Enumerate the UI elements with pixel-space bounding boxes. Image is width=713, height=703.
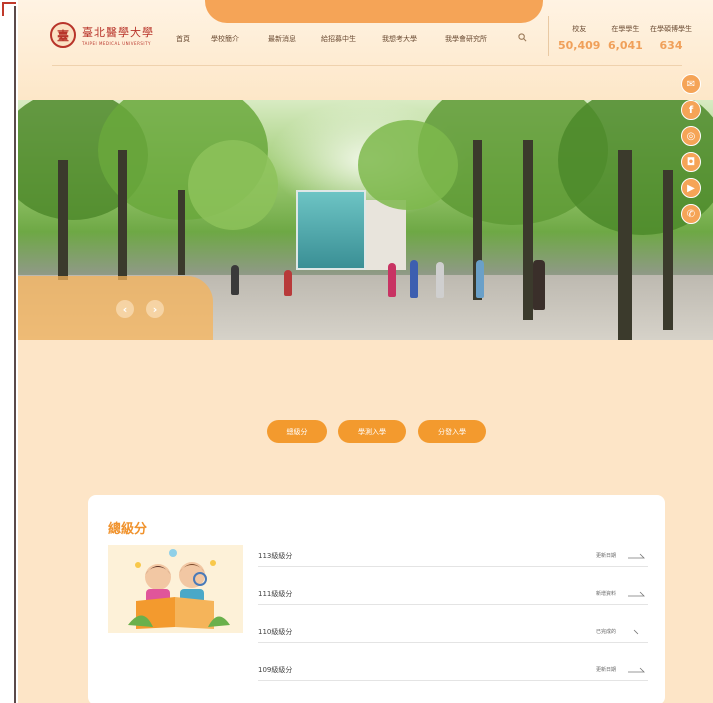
header-divider (52, 65, 682, 66)
mail-icon[interactable]: ✉ (681, 74, 701, 94)
list-item[interactable]: 111級級分 新增資料 (258, 585, 648, 605)
tab-total-score[interactable]: 總級分 (267, 420, 327, 443)
hero-wall (366, 200, 406, 270)
list-item-meta: 更新日期 (595, 667, 616, 673)
card-title: 總級分 (108, 522, 148, 537)
instagram-icon[interactable]: ◘ (681, 152, 701, 172)
stat-value: 50,409 (558, 39, 601, 52)
list-item[interactable]: 109級級分 更新日期 (258, 661, 648, 681)
stat-value: 634 (659, 39, 683, 52)
top-tab[interactable] (205, 0, 543, 23)
score-card: 總級分 113級級分 更新日期 111級級分 新增資料 110級級分 已完成的 … (88, 495, 665, 703)
nav-item-recruiting[interactable]: 給招募中生 (321, 34, 356, 44)
list-item-title: 110級級分 (258, 628, 293, 636)
tab-placement-admission[interactable]: 分發入學 (418, 420, 486, 443)
tree-canopy (188, 140, 278, 230)
list-item[interactable]: 113級級分 更新日期 (258, 547, 648, 567)
tree-canopy (358, 120, 458, 210)
list-item-meta: 已完成的 (595, 629, 616, 635)
nav-item-news[interactable]: 最新消息 (268, 34, 296, 44)
logo-wordmark: 臺北醫學大學 TAIPEI MEDICAL UNIVERSITY (82, 24, 154, 46)
stat-students: 在學學生 6,041 (608, 24, 643, 52)
carousel-prev-button[interactable]: ‹ (116, 300, 134, 318)
list-item-meta: 更新日期 (595, 553, 616, 559)
tree-trunk (663, 170, 673, 330)
logo-en: TAIPEI MEDICAL UNIVERSITY (82, 41, 151, 46)
stat-grad-students: 在學碩博學生 634 (650, 24, 692, 52)
stat-label: 校友 (572, 25, 587, 33)
nav-item-admission[interactable]: 我想考大學 (382, 34, 417, 44)
list-item-title: 113級級分 (258, 552, 293, 560)
frame-corner (2, 2, 16, 16)
page: 臺 臺北醫學大學 TAIPEI MEDICAL UNIVERSITY 首頁 學校… (18, 0, 713, 703)
logo-seal-icon: 臺 (50, 22, 76, 48)
pedestrian (231, 265, 239, 295)
arrow-right-icon (628, 553, 645, 559)
stat-label: 在學碩博學生 (650, 25, 692, 33)
nav-item-home[interactable]: 首頁 (176, 34, 190, 44)
tree-trunk (523, 140, 533, 320)
pedestrian (533, 260, 545, 310)
window-frame (0, 0, 18, 703)
list-item-meta: 新增資料 (595, 591, 616, 597)
stat-label: 在學學生 (611, 25, 640, 33)
list-item[interactable]: 110級級分 已完成的 (258, 623, 648, 643)
pedestrian (410, 260, 418, 298)
pedestrian (476, 260, 484, 298)
tree-trunk (118, 150, 127, 280)
list-item-title: 109級級分 (258, 666, 293, 674)
arrow-right-icon (628, 591, 645, 597)
line-icon[interactable]: ◎ (681, 126, 701, 146)
facebook-icon[interactable]: f (681, 100, 701, 120)
tree-trunk (58, 160, 68, 280)
search-icon[interactable] (518, 33, 527, 42)
university-logo[interactable]: 臺 臺北醫學大學 TAIPEI MEDICAL UNIVERSITY (50, 22, 154, 48)
frame-border (14, 6, 16, 703)
phone-icon[interactable]: ✆ (681, 204, 701, 224)
tab-test-admission[interactable]: 學測入學 (338, 420, 406, 443)
students-reading-illustration (108, 545, 243, 633)
tree-trunk (178, 190, 185, 275)
site-header: 臺 臺北醫學大學 TAIPEI MEDICAL UNIVERSITY 首頁 學校… (18, 0, 713, 100)
nav-item-graduate[interactable]: 我學會研究所 (445, 34, 487, 44)
stat-value: 6,041 (608, 39, 643, 52)
youtube-icon[interactable]: ▶ (681, 178, 701, 198)
carousel-next-button[interactable]: › (146, 300, 164, 318)
tree-trunk (618, 150, 632, 340)
arrow-right-icon (628, 667, 645, 673)
stat-alumni: 校友 50,409 (558, 24, 600, 52)
logo-cn: 臺北醫學大學 (82, 26, 154, 39)
nav-item-about[interactable]: 學校簡介 (211, 34, 239, 44)
stats-divider (548, 16, 549, 56)
list-item-title: 111級級分 (258, 590, 293, 598)
pedestrian (436, 262, 444, 298)
hero-building (296, 190, 366, 270)
hero-banner: ‹ › (18, 100, 713, 340)
pedestrian (284, 270, 292, 296)
pedestrian (388, 263, 396, 297)
arrow-right-icon (633, 629, 639, 635)
